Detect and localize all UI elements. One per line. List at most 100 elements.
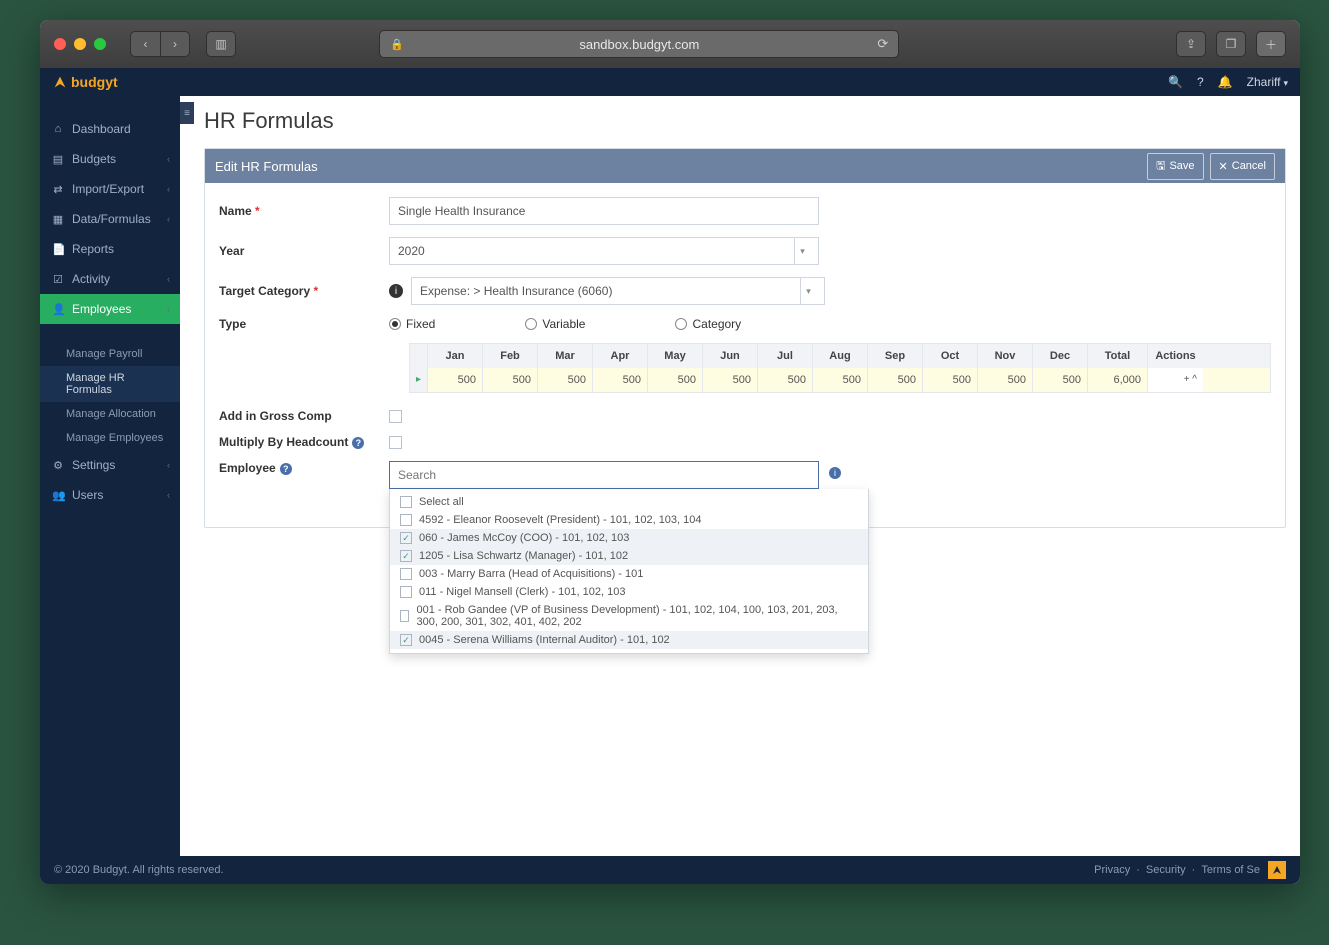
bell-icon[interactable]: 🔔 [1218,75,1233,89]
help-icon[interactable]: ? [1197,75,1204,89]
checkbox-icon [400,514,412,526]
month-cell: 500 [1033,368,1088,392]
sidebar-item-activity[interactable]: ☑Activity‹ [40,264,180,294]
close-window[interactable] [54,38,66,50]
employee-option[interactable]: ✓060 - James McCoy (COO) - 101, 102, 103 [390,529,868,547]
reload-icon[interactable]: ⟳ [877,36,888,52]
employee-option[interactable]: 003 - Marry Barra (Head of Acquisitions)… [390,565,868,583]
name-input[interactable] [389,197,819,225]
tabs-button[interactable]: ❐ [1216,31,1246,57]
type-radio-variable[interactable]: Variable [525,317,585,331]
gross-checkbox[interactable] [389,410,402,423]
sidebar-item-label: Reports [72,242,114,256]
employee-option-label: 001 - Rob Gandee (VP of Business Develop… [416,604,858,628]
save-button[interactable]: 🖫Save [1147,153,1203,180]
chevron-left-icon: ‹ [167,490,170,500]
sidebar-subitem-manage-hr-formulas[interactable]: Manage HR Formulas [40,366,180,402]
brand-icon [52,74,68,90]
checkbox-icon [400,568,412,580]
month-header: Oct [923,344,978,368]
footer-link[interactable]: Terms of Se [1201,864,1260,876]
month-header: Feb [483,344,538,368]
chevron-left-icon: ‹ [167,460,170,470]
chevron-left-icon: ‹ [167,274,170,284]
employee-label: Employee [219,461,276,475]
select-all-option[interactable]: Select all [390,493,868,511]
gross-label: Add in Gross Comp [219,409,389,423]
footer-link[interactable]: Security [1146,864,1186,876]
type-radio-fixed[interactable]: Fixed [389,317,435,331]
maximize-window[interactable] [94,38,106,50]
sidebar-item-dashboard[interactable]: ⌂Dashboard [40,114,180,144]
help-icon[interactable]: ? [352,437,364,449]
save-icon: 🖫 [1156,157,1165,176]
employee-option[interactable]: ✓1205 - Lisa Schwartz (Manager) - 101, 1… [390,547,868,565]
brand-logo[interactable]: budgyt [52,74,118,90]
check-icon: ☑ [52,273,64,286]
checkbox-icon [400,586,412,598]
employee-option[interactable]: 4592 - Eleanor Roosevelt (President) - 1… [390,511,868,529]
month-header: Total [1088,344,1148,368]
forward-button[interactable]: › [160,31,190,57]
employee-option[interactable]: ✓ 0045 - Serena Williams (Internal Audito… [390,631,868,649]
footer-badge[interactable] [1268,861,1286,879]
month-cell: 500 [483,368,538,392]
edit-panel: Edit HR Formulas 🖫Save ✕Cancel Name * Ye… [204,148,1286,528]
brand-text: budgyt [71,74,118,90]
user-menu[interactable]: Zhariff▾ [1247,75,1288,89]
month-cell: 500 [978,368,1033,392]
type-radio-group: Fixed Variable Category [389,317,741,331]
gear-icon: ⚙ [52,459,64,472]
info-icon[interactable]: i [389,284,403,298]
sidebar-item-label: Employees [72,302,131,316]
target-value: Expense: > Health Insurance (6060) [420,284,612,298]
url-text: sandbox.budgyt.com [579,37,699,52]
search-icon[interactable]: 🔍 [1168,75,1183,89]
sidebar-subitem-manage-allocation[interactable]: Manage Allocation [40,402,180,426]
panel-title: Edit HR Formulas [215,159,318,174]
month-cell: 500 [593,368,648,392]
month-cell[interactable]: + ^ [1148,368,1203,392]
sidebar-item-import-export[interactable]: ⇄Import/Export‹ [40,174,180,204]
info-icon[interactable]: i [829,467,841,479]
year-label: Year [219,244,389,258]
panel-body: Name * Year 2020 ▾ Target Category * i [205,183,1285,527]
cancel-button[interactable]: ✕Cancel [1210,153,1275,180]
employee-option[interactable]: 011 - Nigel Mansell (Clerk) - 101, 102, … [390,583,868,601]
sidebar-item-budgets[interactable]: ▤Budgets‹ [40,144,180,174]
month-cell: 500 [703,368,758,392]
sidebar-item-employees[interactable]: 👤Employees‹ [40,294,180,324]
minimize-window[interactable] [74,38,86,50]
sidebar-item-settings[interactable]: ⚙Settings‹ [40,450,180,480]
users-icon: 👥 [52,489,64,502]
address-bar[interactable]: 🔒 sandbox.budgyt.com ⟳ [379,30,899,58]
sidebar-toggle-button[interactable]: ▥ [206,31,236,57]
app-topbar: budgyt 🔍 ? 🔔 Zhariff▾ [40,68,1300,96]
sidebar-item-label: Import/Export [72,182,144,196]
employee-option[interactable]: 001 - Rob Gandee (VP of Business Develop… [390,601,868,631]
sidebar-item-data-formulas[interactable]: ▦Data/Formulas‹ [40,204,180,234]
sidebar-item-reports[interactable]: 📄Reports [40,234,180,264]
month-cell: 500 [868,368,923,392]
employee-option-label: 011 - Nigel Mansell (Clerk) - 101, 102, … [419,586,625,598]
share-button[interactable]: ⇪ [1176,31,1206,57]
new-tab-button[interactable]: ＋ [1256,31,1286,57]
type-radio-category[interactable]: Category [675,317,741,331]
employee-search-input[interactable] [389,461,819,489]
target-category-select[interactable]: Expense: > Health Insurance (6060) ▾ [411,277,825,305]
sidebar-subitem-manage-payroll[interactable]: Manage Payroll [40,342,180,366]
row-expand-toggle[interactable]: ▸ [410,368,428,392]
checkbox-icon: ✓ [400,634,412,646]
employee-multiselect: Select all4592 - Eleanor Roosevelt (Pres… [389,461,819,489]
month-header: Jan [428,344,483,368]
sidebar-item-users[interactable]: 👥Users‹ [40,480,180,510]
footer-link[interactable]: Privacy [1094,864,1130,876]
month-header: May [648,344,703,368]
back-button[interactable]: ‹ [130,31,160,57]
employee-option-label: 0045 - Serena Williams (Internal Auditor… [419,634,670,646]
year-select[interactable]: 2020 ▾ [389,237,819,265]
month-header: Actions [1148,344,1203,368]
headcount-checkbox[interactable] [389,436,402,449]
help-icon[interactable]: ? [280,463,292,475]
sidebar-subitem-manage-employees[interactable]: Manage Employees [40,426,180,450]
